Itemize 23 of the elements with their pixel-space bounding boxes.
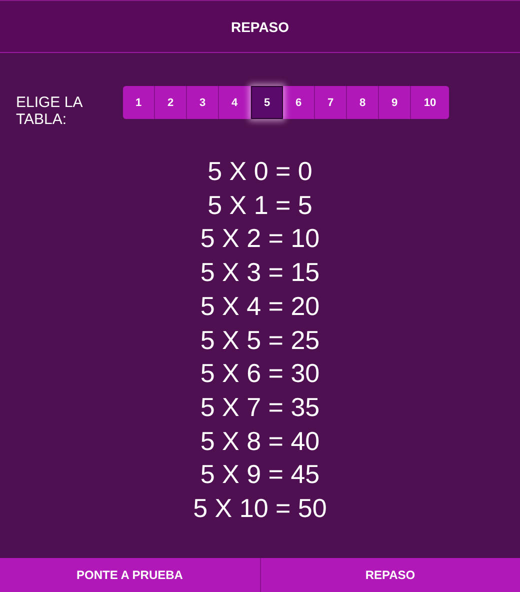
multiplication-line: 5 X 2 = 10 [200,222,320,256]
multiplication-line: 5 X 10 = 50 [193,492,327,526]
table-number-button[interactable]: 8 [347,86,379,119]
table-number-button[interactable]: 10 [411,86,449,119]
table-picker-label: ELIGE LA TABLA: [16,94,84,128]
multiplication-line: 5 X 4 = 20 [200,290,320,323]
multiplication-line: 5 X 9 = 45 [200,458,320,492]
table-number-button[interactable]: 5 [251,86,283,119]
table-number-button[interactable]: 2 [155,86,187,119]
multiplication-line: 5 X 0 = 0 [208,155,312,188]
multiplication-line: 5 X 5 = 25 [200,324,320,357]
multiplication-line: 5 X 6 = 30 [200,357,320,390]
table-number-button[interactable]: 1 [123,86,155,119]
multiplication-line: 5 X 7 = 35 [200,390,320,424]
table-number-button[interactable]: 4 [219,86,251,119]
multiplication-line: 5 X 8 = 40 [200,424,320,458]
table-number-button[interactable]: 7 [315,86,347,119]
page-title: REPASO [230,18,290,34]
table-number-button[interactable]: 9 [379,86,411,119]
multiplication-line: 5 X 1 = 5 [208,188,312,222]
multiplication-line: 5 X 3 = 15 [200,256,320,290]
table-number-button[interactable]: 3 [187,86,219,119]
table-number-button[interactable]: 6 [283,86,315,119]
